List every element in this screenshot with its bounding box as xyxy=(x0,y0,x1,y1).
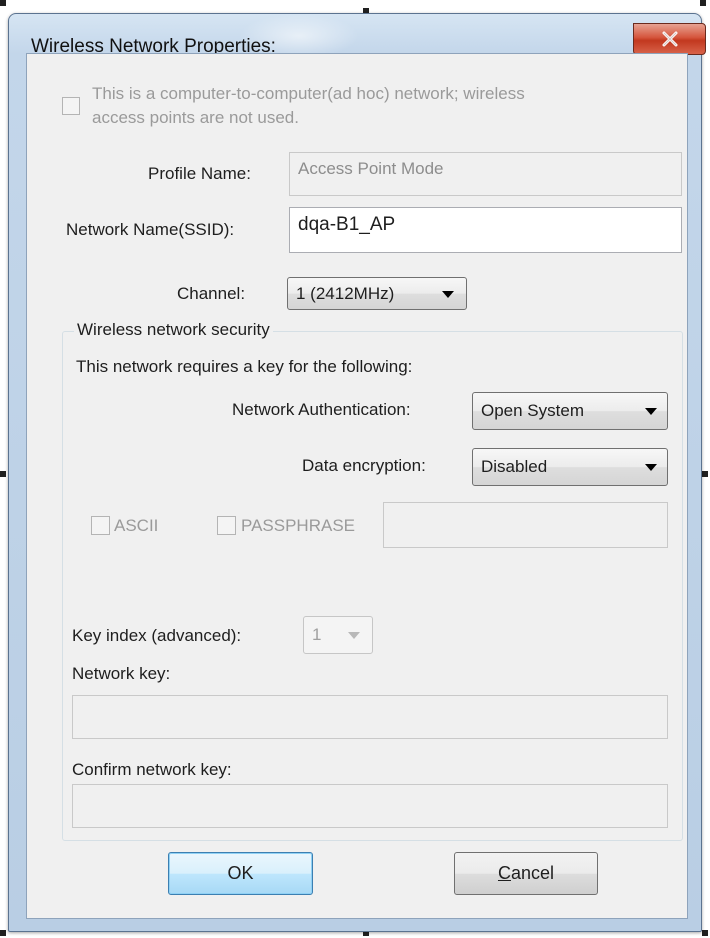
ok-button[interactable]: OK xyxy=(168,852,313,895)
auth-select-value: Open System xyxy=(481,401,584,420)
chevron-down-icon xyxy=(645,464,657,471)
passphrase-label: PASSPHRASE xyxy=(241,516,356,535)
network-key-label: Network key: xyxy=(72,664,171,683)
ascii-label: ASCII xyxy=(114,516,159,535)
passphrase-field[interactable] xyxy=(383,502,668,548)
encryption-label: Data encryption: xyxy=(302,456,426,475)
adhoc-label-line1: This is a computer-to-computer(ad hoc) n… xyxy=(92,84,525,103)
chevron-down-icon xyxy=(442,290,454,298)
chevron-down-icon xyxy=(645,408,657,415)
resize-handle-bottom-left[interactable] xyxy=(0,930,6,936)
resize-handle-bottom-right[interactable] xyxy=(702,930,708,936)
chevron-down-icon xyxy=(348,632,360,639)
encryption-select[interactable]: Disabled xyxy=(472,448,668,486)
confirm-key-field[interactable] xyxy=(72,784,668,828)
cancel-button[interactable]: Cancel xyxy=(454,852,598,895)
ok-button-label: OK xyxy=(227,863,254,883)
auth-label: Network Authentication: xyxy=(232,400,411,419)
encryption-select-value: Disabled xyxy=(481,457,548,476)
ssid-input[interactable]: dqa-B1_AP xyxy=(289,207,682,253)
security-group-title: Wireless network security xyxy=(74,320,273,340)
resize-handle-top-left[interactable] xyxy=(0,0,6,6)
channel-select-value: 1 (2412MHz) xyxy=(296,283,395,303)
channel-label: Channel: xyxy=(177,284,246,303)
close-x-icon xyxy=(662,31,677,47)
resize-handle-top-right[interactable] xyxy=(700,0,706,6)
close-button[interactable] xyxy=(633,23,706,55)
key-index-select-value: 1 xyxy=(312,625,322,644)
ascii-checkbox[interactable] xyxy=(91,516,110,535)
profile-name-field[interactable]: Access Point Mode xyxy=(289,152,682,196)
adhoc-checkbox[interactable] xyxy=(62,97,80,115)
auth-select[interactable]: Open System xyxy=(472,392,668,430)
cancel-label-rest: ancel xyxy=(510,863,555,883)
resize-handle-middle-left[interactable] xyxy=(0,471,6,477)
ssid-label: Network Name(SSID): xyxy=(66,220,235,239)
key-index-label: Key index (advanced): xyxy=(72,626,242,645)
passphrase-checkbox[interactable] xyxy=(217,516,236,535)
profile-name-label: Profile Name: xyxy=(148,164,251,183)
network-key-field[interactable] xyxy=(72,695,668,739)
channel-select[interactable]: 1 (2412MHz) xyxy=(287,277,467,310)
cancel-mnemonic: C xyxy=(497,863,511,883)
key-index-select[interactable]: 1 xyxy=(303,616,373,654)
confirm-key-label: Confirm network key: xyxy=(72,760,232,779)
adhoc-label-line2: access points are not used. xyxy=(92,108,299,127)
resize-handle-middle-right[interactable] xyxy=(702,471,708,477)
cancel-button-label: Cancel xyxy=(498,863,554,884)
security-description: This network requires a key for the foll… xyxy=(76,357,413,376)
